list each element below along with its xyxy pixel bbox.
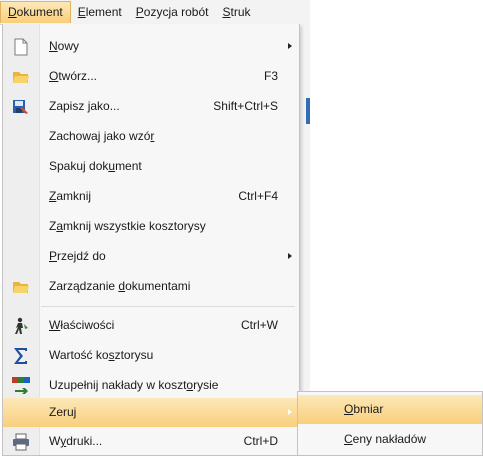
shortcut-label: Ctrl+W bbox=[241, 318, 278, 332]
mnemonic: E bbox=[77, 5, 86, 19]
menu-struktura[interactable]: Struk bbox=[215, 1, 257, 23]
menu-label: ozycja robót bbox=[143, 5, 209, 19]
menu-item-label: Otwórz... bbox=[49, 69, 98, 83]
folder-manage-icon bbox=[12, 278, 30, 296]
menu-item-spakuj-dokument[interactable]: Spakuj dokument bbox=[3, 152, 299, 181]
menu-item-label: Uzupełnij nakłady w kosztorysie bbox=[49, 378, 219, 392]
menu-bar: Dokument Element Pozycja robót Struk bbox=[0, 0, 310, 25]
menu-item-label: Właściwości bbox=[49, 318, 115, 332]
menu-dokument[interactable]: Dokument bbox=[0, 1, 71, 23]
menu-separator bbox=[41, 306, 295, 307]
dokument-dropdown-menu: Nowy Otwórz... F3 Zapisz jako... Shift+C… bbox=[2, 24, 300, 456]
menu-label: okument bbox=[16, 5, 63, 19]
menu-pozycja-robot[interactable]: Pozycja robót bbox=[129, 1, 216, 23]
printer-icon bbox=[12, 433, 30, 451]
menu-item-label: Obmiar bbox=[344, 402, 384, 416]
menu-item-label: Zamknij bbox=[49, 189, 92, 203]
sum-icon bbox=[12, 347, 30, 365]
menu-item-zeruj[interactable]: Zeruj bbox=[3, 398, 299, 427]
shortcut-label: Ctrl+F4 bbox=[238, 189, 278, 203]
submenu-arrow-icon bbox=[288, 43, 292, 49]
menu-item-zamknij-wszystkie[interactable]: Zamknij wszystkie kosztorysy bbox=[3, 212, 299, 241]
mnemonic: P bbox=[135, 5, 144, 19]
menu-item-label: Zarządzanie dokumentami bbox=[49, 279, 191, 293]
menu-item-label: Zamknij wszystkie kosztorysy bbox=[49, 219, 206, 233]
submenu-item-obmiar[interactable]: Obmiar bbox=[298, 395, 482, 424]
menu-label: truk bbox=[230, 5, 251, 19]
menu-item-label: Zachowaj jako wzór bbox=[49, 129, 155, 143]
new-document-icon bbox=[12, 38, 30, 56]
mnemonic: D bbox=[8, 5, 17, 19]
menu-item-zachowaj-jako-wzor[interactable]: Zachowaj jako wzór bbox=[3, 122, 299, 151]
submenu-item-ceny-nakladow[interactable]: Ceny nakładów bbox=[298, 425, 482, 454]
menu-label: lement bbox=[85, 5, 122, 19]
rms-icon bbox=[12, 377, 30, 395]
menu-item-label: Przejdź do bbox=[49, 249, 106, 263]
menu-item-wydruki[interactable]: Wydruki... Ctrl+D bbox=[3, 427, 299, 456]
submenu-arrow-icon bbox=[288, 409, 292, 415]
menu-item-label: Zeruj bbox=[49, 405, 77, 419]
menu-element[interactable]: Element bbox=[71, 1, 129, 23]
submenu-arrow-icon bbox=[288, 253, 292, 259]
menu-item-przejdz-do[interactable]: Przejdź do bbox=[3, 242, 299, 271]
menu-item-label: Nowy bbox=[49, 39, 80, 53]
menu-item-nowy[interactable]: Nowy bbox=[3, 32, 299, 61]
menu-item-zarzadzanie-dokumentami[interactable]: Zarządzanie dokumentami bbox=[3, 272, 299, 301]
shortcut-label: Ctrl+D bbox=[243, 434, 278, 448]
menu-item-wlasciwosci[interactable]: Właściwości Ctrl+W bbox=[3, 311, 299, 340]
folder-open-icon bbox=[12, 68, 30, 86]
menu-item-zapisz-jako[interactable]: Zapisz jako... Shift+Ctrl+S bbox=[3, 92, 299, 121]
zeruj-submenu: Obmiar Ceny nakładów bbox=[297, 391, 483, 456]
menu-item-label: Ceny nakładów bbox=[344, 432, 427, 446]
save-as-icon bbox=[12, 98, 30, 116]
menu-item-zamknij[interactable]: Zamknij Ctrl+F4 bbox=[3, 182, 299, 211]
menu-item-label: Wydruki... bbox=[49, 434, 103, 448]
shortcut-label: F3 bbox=[263, 69, 278, 83]
menu-item-label: Wartość kosztorysu bbox=[49, 348, 154, 362]
properties-icon bbox=[12, 317, 30, 335]
shortcut-label: Shift+Ctrl+S bbox=[213, 99, 278, 113]
background-selection-mark bbox=[306, 98, 310, 124]
menu-item-wartosc-kosztorysu[interactable]: Wartość kosztorysu bbox=[3, 341, 299, 370]
menu-item-uzupelnij-naklady[interactable]: Uzupełnij nakłady w kosztorysie bbox=[3, 371, 299, 400]
menu-item-label: Spakuj dokument bbox=[49, 159, 142, 173]
menu-item-label: Zapisz jako... bbox=[49, 99, 120, 113]
menu-item-otworz[interactable]: Otwórz... F3 bbox=[3, 62, 299, 91]
